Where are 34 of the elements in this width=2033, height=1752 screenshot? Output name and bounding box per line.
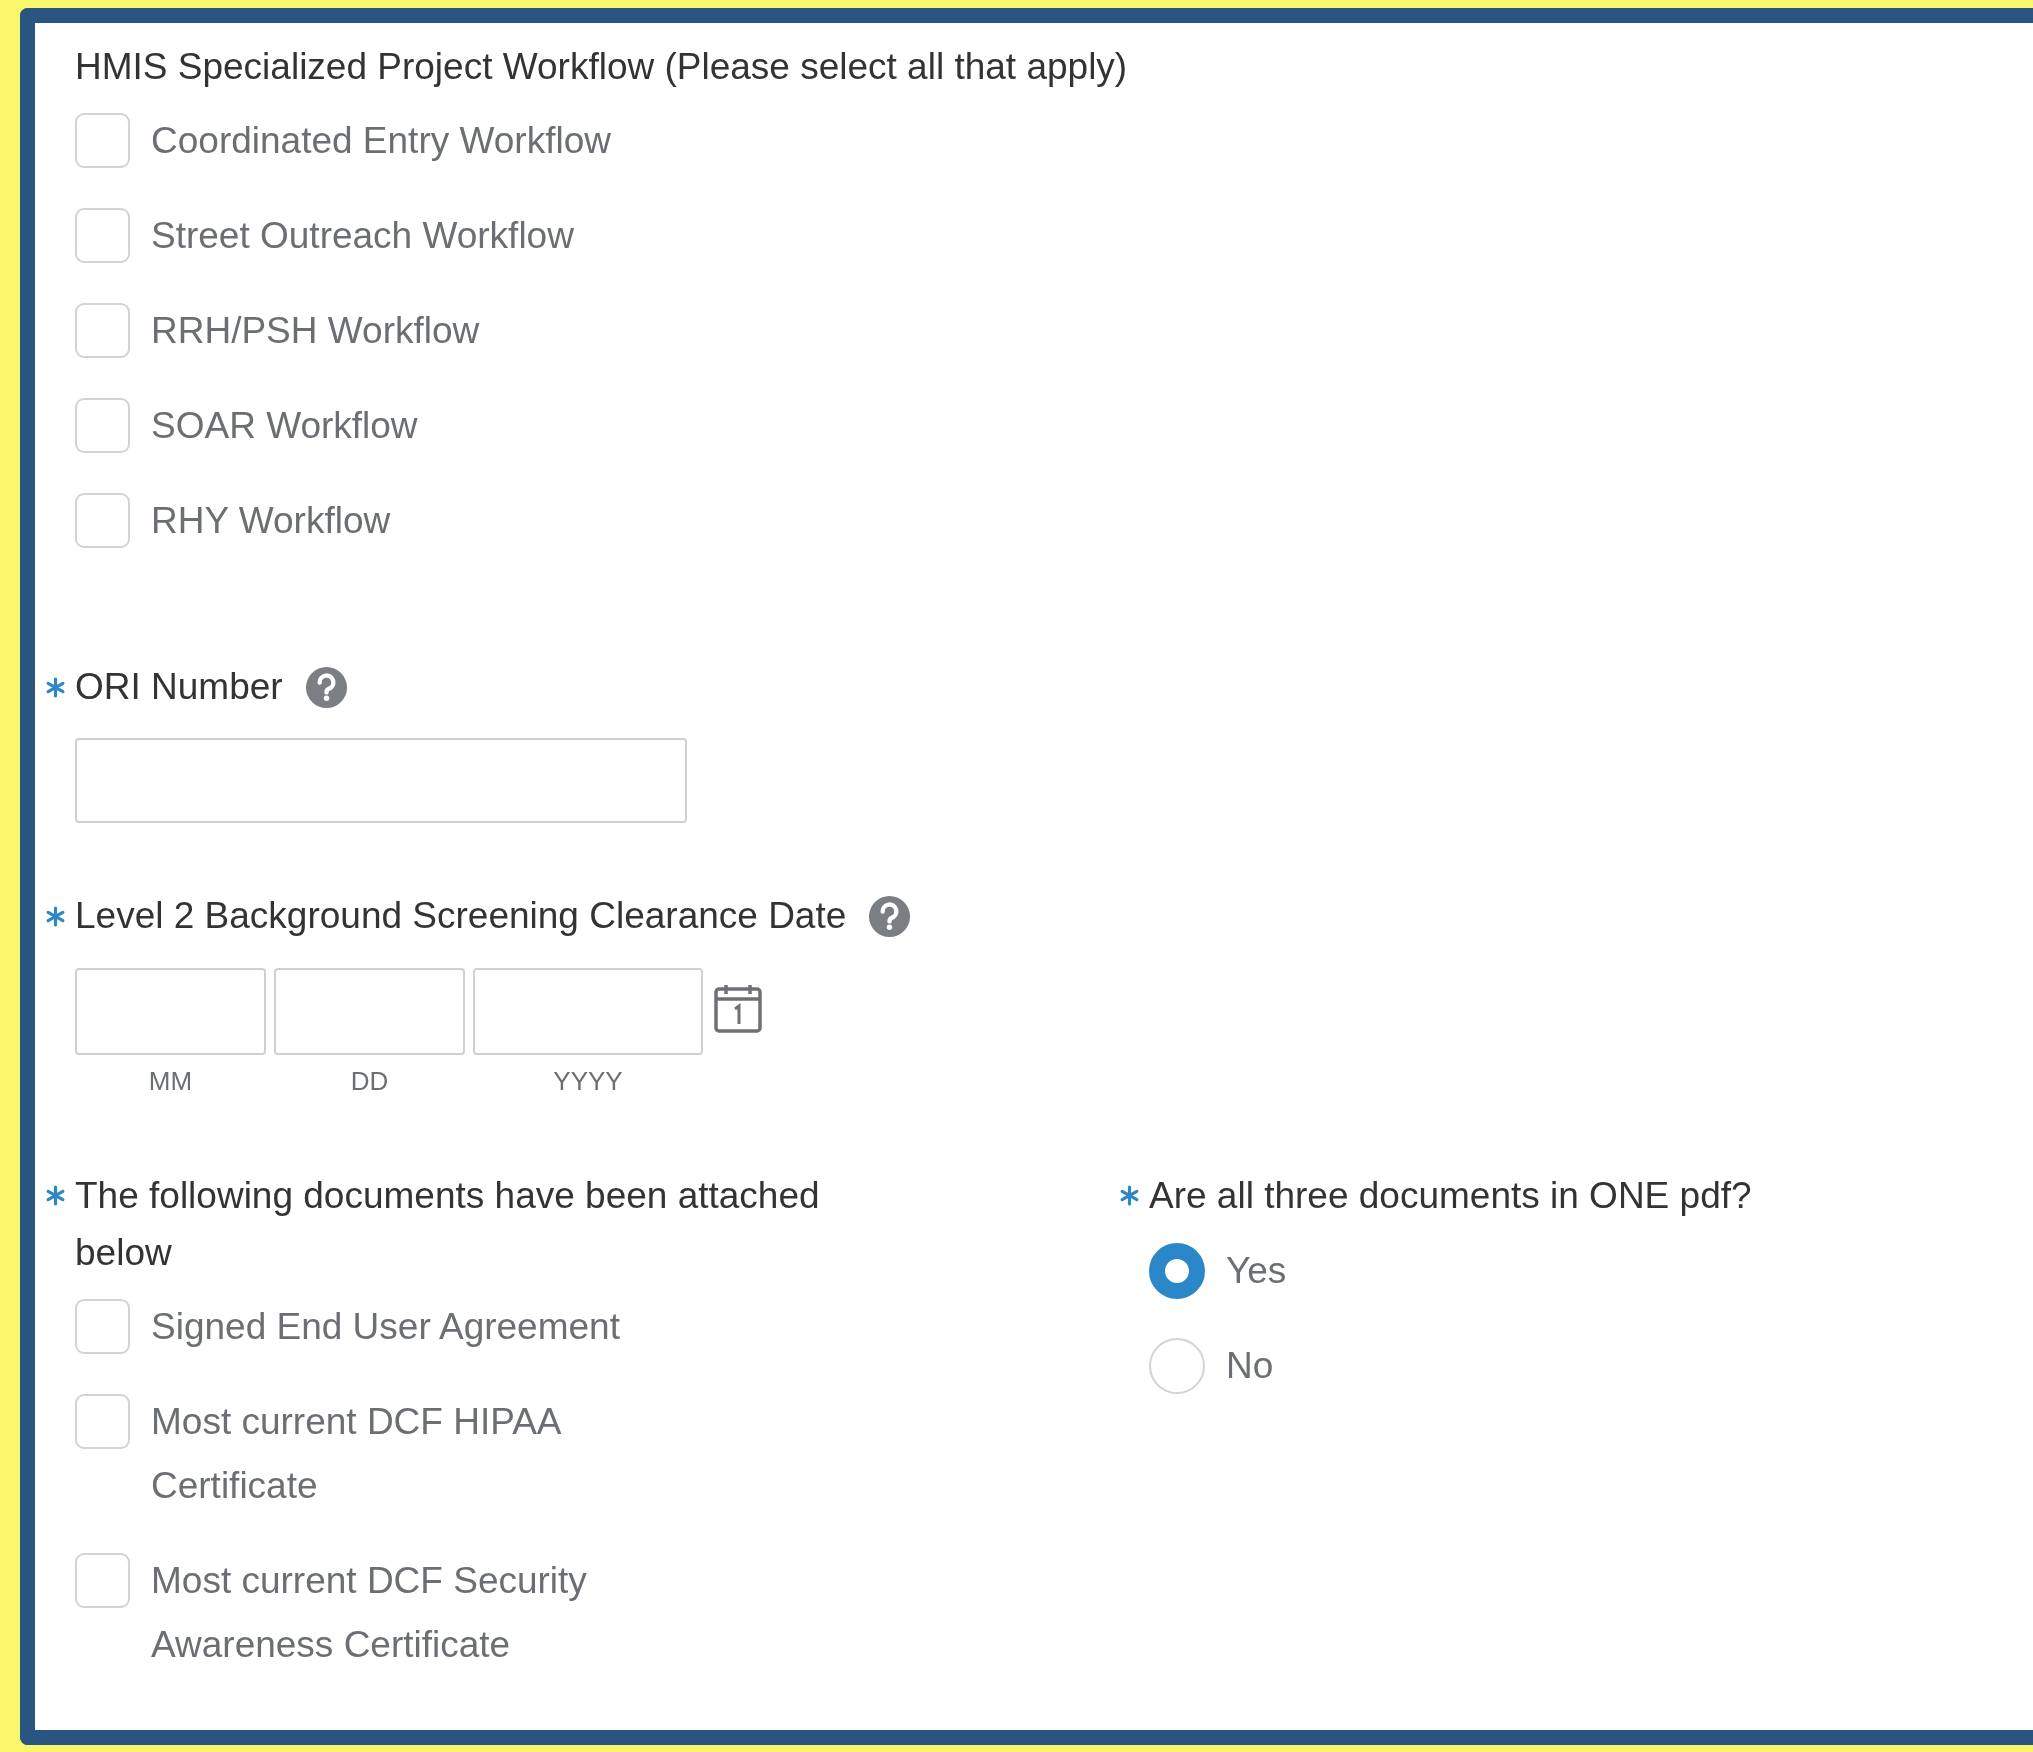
radio-label[interactable]: Yes: [1226, 1239, 1287, 1303]
help-icon[interactable]: [868, 894, 912, 938]
checkbox[interactable]: [75, 113, 130, 168]
radio-label[interactable]: No: [1226, 1334, 1274, 1398]
checkbox-label[interactable]: Coordinated Entry Workflow: [151, 109, 611, 173]
radio-button[interactable]: [1149, 1243, 1205, 1299]
checkbox-label[interactable]: Most current DCF HIPAA Certificate: [151, 1390, 671, 1518]
field-caption: DD: [350, 1066, 389, 1096]
checkbox[interactable]: [75, 493, 130, 548]
date-input-field[interactable]: [274, 968, 465, 1055]
checkbox-label[interactable]: RRH/PSH Workflow: [151, 299, 480, 363]
checkbox[interactable]: [75, 208, 130, 263]
field-label: HMIS Specialized Project Workflow (Please select all that apply): [75, 45, 1129, 89]
field-label: ORI Number: [75, 665, 283, 709]
date-input-field[interactable]: [75, 968, 266, 1055]
field-label: Are all three documents in ONE pdf?: [1149, 1174, 1752, 1218]
input-field[interactable]: [75, 738, 687, 823]
checkbox[interactable]: [75, 1553, 130, 1608]
date-input-field[interactable]: [473, 968, 703, 1055]
checkbox-label[interactable]: RHY Workflow: [151, 489, 391, 553]
checkbox[interactable]: [75, 1299, 130, 1354]
calendar-icon[interactable]: [714, 983, 762, 1033]
field-caption: MM: [148, 1066, 193, 1096]
checkbox[interactable]: [75, 398, 130, 453]
field-caption: YYYY: [553, 1066, 623, 1096]
help-icon[interactable]: [304, 665, 348, 709]
checkbox-label[interactable]: Signed End User Agreement: [151, 1295, 620, 1359]
checkbox[interactable]: [75, 1394, 130, 1449]
checkbox-label[interactable]: Most current DCF Security Awareness Certificate: [151, 1549, 671, 1677]
field-label: Level 2 Background Screening Clearance Date: [75, 894, 847, 938]
checkbox-label[interactable]: Street Outreach Workflow: [151, 204, 574, 268]
field-label: The following documents have been attached below: [75, 1174, 821, 1275]
checkbox-label[interactable]: SOAR Workflow: [151, 394, 418, 458]
checkbox[interactable]: [75, 303, 130, 358]
